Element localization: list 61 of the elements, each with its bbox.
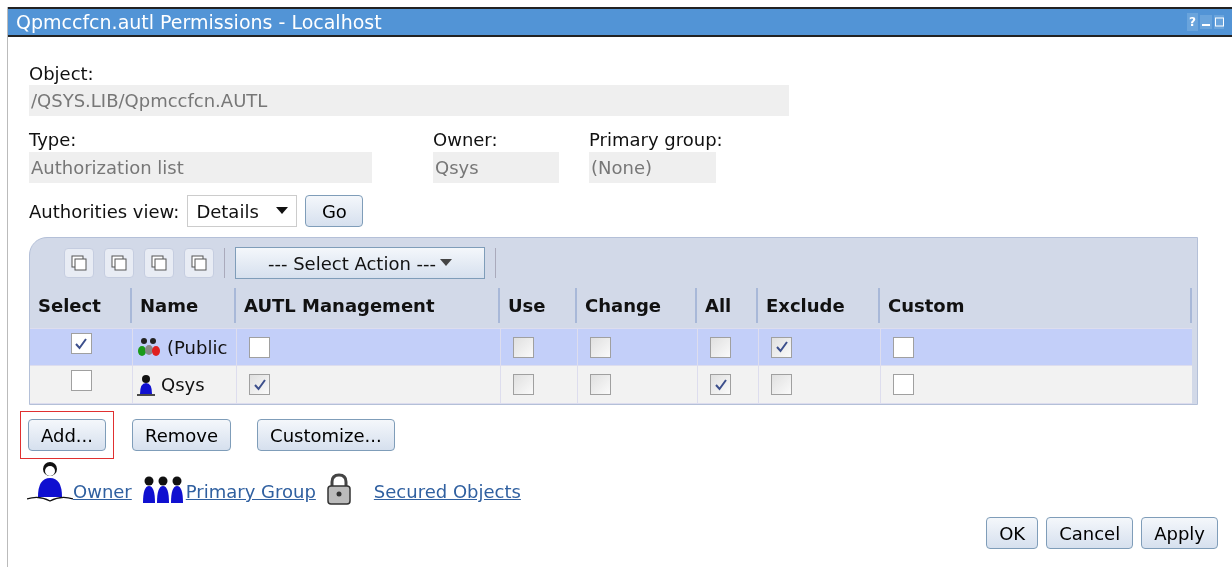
name-cell-text: (Public — [167, 335, 228, 360]
checkbox[interactable] — [70, 333, 92, 354]
table-row[interactable]: Qsys — [30, 366, 1192, 404]
check-icon — [774, 340, 789, 354]
column-header[interactable]: All — [697, 288, 758, 323]
readonly-field: (None) — [589, 152, 716, 183]
column-header[interactable]: Use — [500, 288, 577, 323]
column-header[interactable]: Select — [30, 288, 132, 323]
dropdown-arrow-icon — [276, 207, 289, 215]
column-header[interactable]: Name — [132, 288, 236, 323]
go-button[interactable]: Go — [305, 195, 364, 227]
dialog-button[interactable]: OK — [986, 517, 1039, 549]
padlock-icon — [325, 473, 352, 505]
checkbox[interactable] — [249, 374, 270, 395]
readonly-field: Authorization list — [29, 152, 372, 183]
check-icon — [252, 377, 267, 392]
maximize-icon[interactable] — [1214, 15, 1224, 29]
check-icon — [74, 336, 88, 351]
checkbox[interactable] — [710, 374, 731, 395]
object-field: /QSYS.LIB/Qpmccfcn.AUTL — [29, 85, 789, 116]
user-icon — [137, 373, 155, 396]
column-header[interactable]: Change — [577, 288, 697, 323]
copy-icon[interactable] — [104, 248, 134, 278]
checkbox[interactable] — [771, 336, 792, 358]
column-header[interactable]: Exclude — [758, 288, 880, 323]
view-label: Authorities view: — [29, 199, 180, 224]
checkbox[interactable] — [771, 374, 792, 395]
column-header[interactable]: AUTL Management — [236, 288, 500, 323]
checkbox[interactable] — [513, 374, 534, 395]
object-label: Object: — [29, 63, 95, 85]
checkbox[interactable] — [590, 336, 611, 358]
checkbox[interactable] — [70, 370, 92, 391]
action-dropdown[interactable]: --- Select Action --- — [235, 247, 485, 279]
checkbox[interactable] — [893, 374, 914, 395]
column-header[interactable]: Custom — [880, 288, 1192, 323]
dropdown-arrow-icon — [440, 259, 452, 267]
checkbox[interactable] — [513, 336, 534, 358]
view-dropdown[interactable]: Details — [187, 195, 298, 227]
table-row[interactable]: (Public — [30, 328, 1192, 366]
minimize-icon[interactable] — [1200, 15, 1212, 29]
window-title: Qpmccfcn.autl Permissions - Localhost — [16, 9, 382, 35]
link[interactable]: Primary Group — [185, 478, 316, 505]
readonly-field: Qsys — [433, 152, 559, 183]
people-icon — [141, 475, 186, 505]
action-button[interactable]: Remove — [132, 419, 232, 451]
dialog-button[interactable]: Cancel — [1046, 517, 1134, 549]
checkbox[interactable] — [893, 336, 914, 358]
checkbox[interactable] — [249, 336, 270, 358]
field-label: Owner: — [433, 128, 499, 152]
checkbox[interactable] — [590, 374, 611, 395]
field-label: Type: — [29, 128, 78, 152]
name-cell-text: Qsys — [161, 373, 205, 397]
action-button[interactable]: Add... — [28, 419, 106, 451]
dialog-button[interactable]: Apply — [1141, 517, 1218, 549]
check-icon — [713, 377, 728, 392]
link[interactable]: Secured Objects — [373, 478, 521, 505]
group-icon — [137, 337, 161, 357]
action-button[interactable]: Customize... — [257, 419, 395, 451]
checkbox[interactable] — [710, 336, 731, 358]
field-label: Primary group: — [589, 128, 724, 152]
link[interactable]: Owner — [73, 478, 132, 505]
